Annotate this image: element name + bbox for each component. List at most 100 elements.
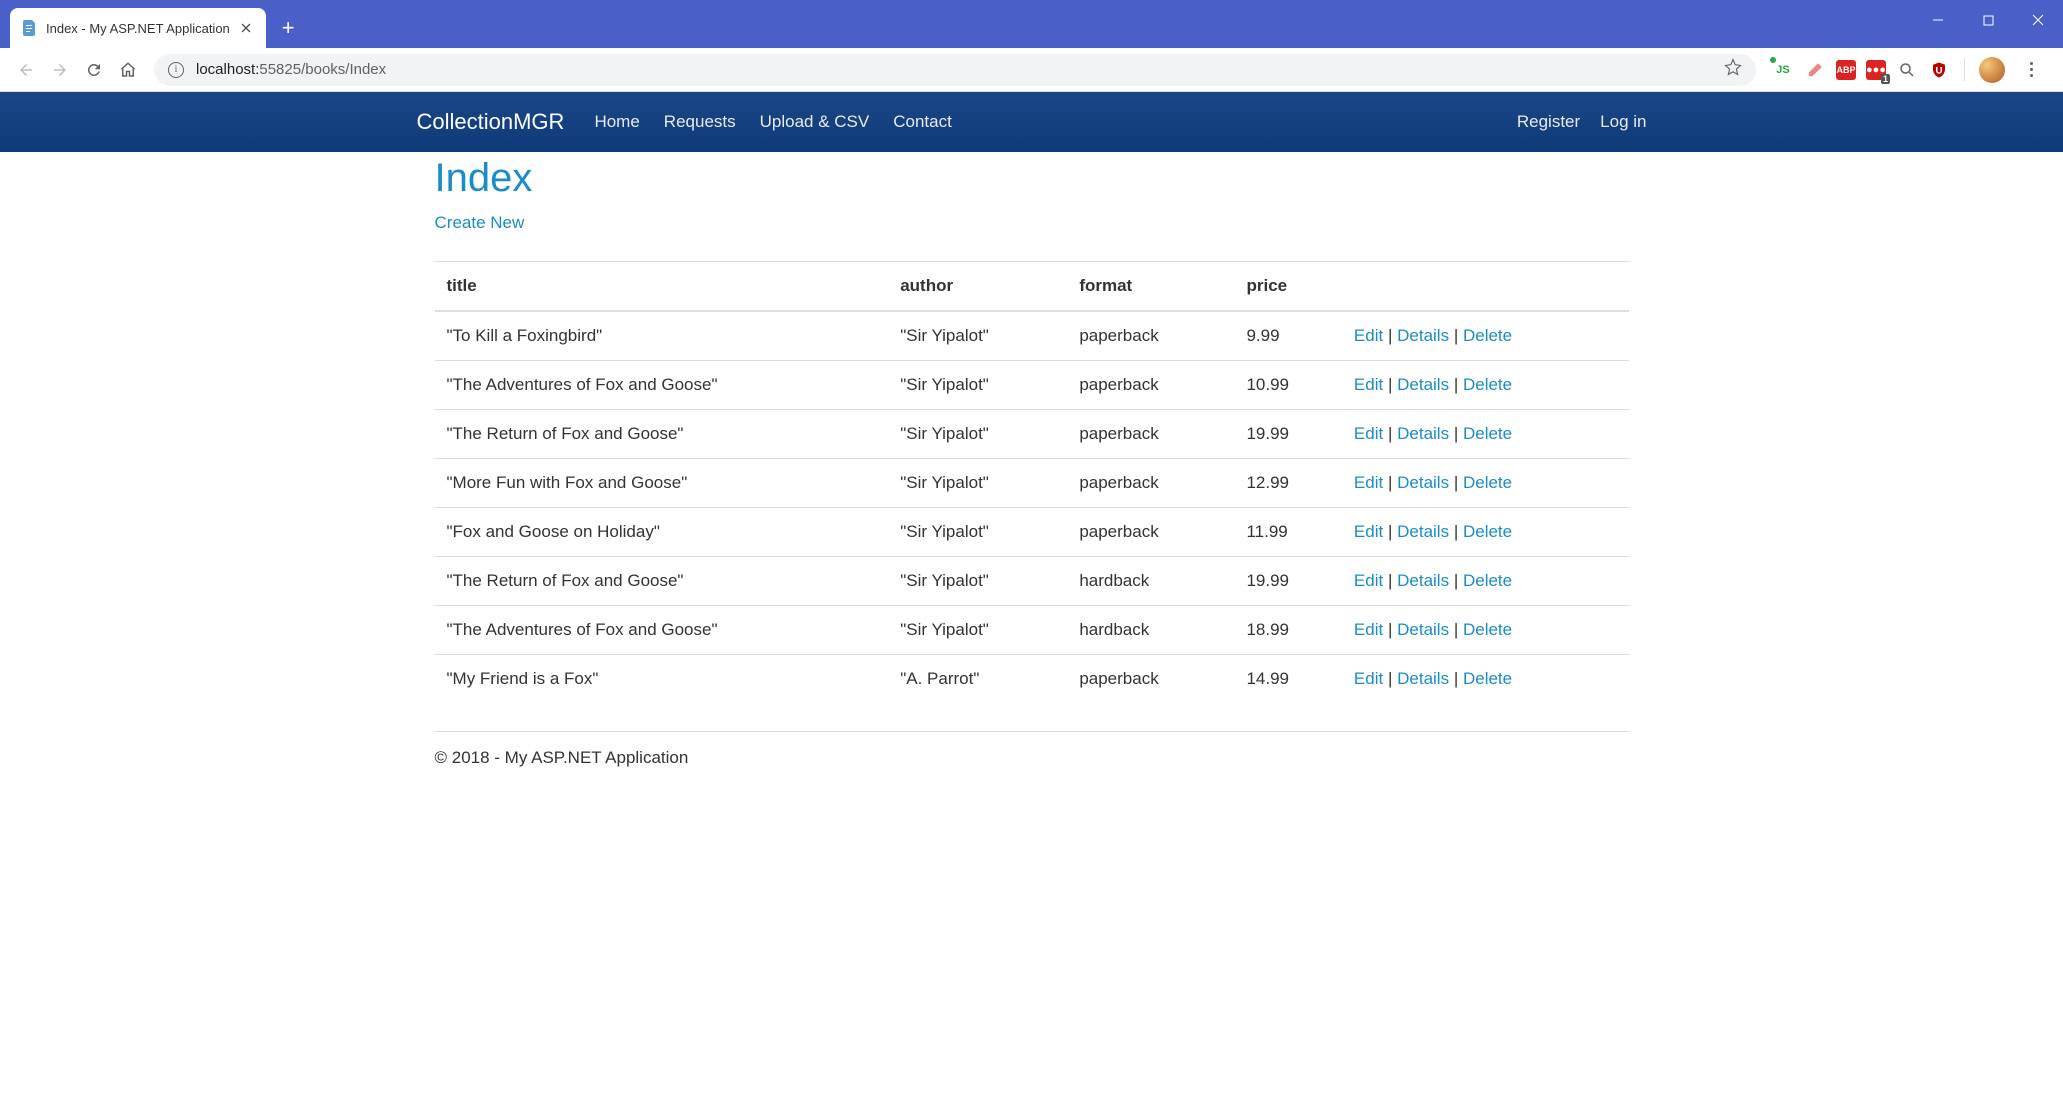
details-link[interactable]: Details [1397,424,1449,443]
nav-link-login[interactable]: Log in [1600,112,1646,132]
browser-tab[interactable]: Index - My ASP.NET Application [10,8,266,48]
js-extension-icon[interactable]: JS [1772,59,1794,81]
cell-price: 14.99 [1234,655,1341,704]
page-viewport[interactable]: CollectionMGR Home Requests Upload & CSV… [0,92,2063,1110]
col-format: format [1067,262,1234,312]
col-author: author [888,262,1067,312]
cell-format: paperback [1067,508,1234,557]
ublock-icon[interactable] [1928,59,1950,81]
delete-link[interactable]: Delete [1463,326,1512,345]
cell-author: "Sir Yipalot" [888,410,1067,459]
delete-link[interactable]: Delete [1463,620,1512,639]
delete-link[interactable]: Delete [1463,522,1512,541]
close-window-button[interactable] [2013,0,2063,40]
eraser-extension-icon[interactable] [1804,59,1826,81]
col-actions [1342,262,1629,312]
minimize-button[interactable] [1913,0,1963,40]
maximize-button[interactable] [1963,0,2013,40]
delete-link[interactable]: Delete [1463,424,1512,443]
cell-actions: Edit | Details | Delete [1342,508,1629,557]
cell-format: paperback [1067,459,1234,508]
home-button[interactable] [112,54,144,86]
close-tab-icon[interactable] [238,20,254,36]
cell-actions: Edit | Details | Delete [1342,655,1629,704]
cell-format: paperback [1067,410,1234,459]
cell-actions: Edit | Details | Delete [1342,557,1629,606]
cell-author: "Sir Yipalot" [888,459,1067,508]
edit-link[interactable]: Edit [1354,326,1383,345]
forward-button[interactable] [44,54,76,86]
bookmark-star-icon[interactable] [1724,58,1742,81]
separator [1964,59,1965,81]
url-text: localhost:55825/books/Index [196,61,386,78]
profile-avatar[interactable] [1979,57,2005,83]
window-controls [1913,0,2063,40]
edit-link[interactable]: Edit [1354,669,1383,688]
edit-link[interactable]: Edit [1354,424,1383,443]
cell-price: 18.99 [1234,606,1341,655]
table-row: "The Return of Fox and Goose""Sir Yipalo… [435,410,1629,459]
nav-link-requests[interactable]: Requests [664,112,736,132]
cell-title: "To Kill a Foxingbird" [435,311,889,361]
nav-link-register[interactable]: Register [1517,112,1580,132]
details-link[interactable]: Details [1397,473,1449,492]
details-link[interactable]: Details [1397,522,1449,541]
cell-price: 19.99 [1234,557,1341,606]
rec-extension-icon[interactable]: ●●●1 [1866,60,1886,80]
cell-actions: Edit | Details | Delete [1342,606,1629,655]
cell-format: paperback [1067,655,1234,704]
cell-author: "Sir Yipalot" [888,606,1067,655]
site-info-icon[interactable]: i [168,62,184,78]
edit-link[interactable]: Edit [1354,473,1383,492]
cell-price: 19.99 [1234,410,1341,459]
details-link[interactable]: Details [1397,620,1449,639]
cell-price: 11.99 [1234,508,1341,557]
table-row: "My Friend is a Fox""A. Parrot"paperback… [435,655,1629,704]
delete-link[interactable]: Delete [1463,571,1512,590]
abp-extension-icon[interactable]: ABP [1836,60,1856,80]
brand-logo[interactable]: CollectionMGR [417,109,565,135]
nav-link-contact[interactable]: Contact [893,112,952,132]
details-link[interactable]: Details [1397,326,1449,345]
back-button[interactable] [10,54,42,86]
reload-button[interactable] [78,54,110,86]
details-link[interactable]: Details [1397,669,1449,688]
cell-author: "Sir Yipalot" [888,311,1067,361]
nav-link-home[interactable]: Home [594,112,639,132]
cell-title: "The Return of Fox and Goose" [435,410,889,459]
browser-toolbar: i localhost:55825/books/Index JS ABP ●●●… [0,48,2063,92]
new-tab-button[interactable]: + [282,8,295,48]
create-new-link[interactable]: Create New [435,213,525,233]
delete-link[interactable]: Delete [1463,473,1512,492]
tab-title: Index - My ASP.NET Application [46,21,230,36]
edit-link[interactable]: Edit [1354,620,1383,639]
books-table: title author format price "To Kill a Fox… [435,261,1629,703]
delete-link[interactable]: Delete [1463,375,1512,394]
edit-link[interactable]: Edit [1354,522,1383,541]
delete-link[interactable]: Delete [1463,669,1512,688]
nav-link-upload[interactable]: Upload & CSV [760,112,870,132]
cell-format: paperback [1067,311,1234,361]
edit-link[interactable]: Edit [1354,571,1383,590]
cell-title: "Fox and Goose on Holiday" [435,508,889,557]
table-row: "The Adventures of Fox and Goose""Sir Yi… [435,606,1629,655]
cell-author: "Sir Yipalot" [888,557,1067,606]
cell-actions: Edit | Details | Delete [1342,410,1629,459]
cell-author: "Sir Yipalot" [888,508,1067,557]
details-link[interactable]: Details [1397,375,1449,394]
table-row: "The Adventures of Fox and Goose""Sir Yi… [435,361,1629,410]
footer-text: © 2018 - My ASP.NET Application [435,732,1629,798]
cell-author: "Sir Yipalot" [888,361,1067,410]
address-bar[interactable]: i localhost:55825/books/Index [154,54,1756,86]
page-title: Index [435,156,1629,201]
details-link[interactable]: Details [1397,571,1449,590]
cell-actions: Edit | Details | Delete [1342,311,1629,361]
browser-menu-button[interactable] [2015,54,2047,86]
cell-format: hardback [1067,557,1234,606]
site-navbar: CollectionMGR Home Requests Upload & CSV… [0,92,2063,152]
edit-link[interactable]: Edit [1354,375,1383,394]
cell-actions: Edit | Details | Delete [1342,459,1629,508]
cell-title: "The Adventures of Fox and Goose" [435,361,889,410]
search-extension-icon[interactable] [1896,59,1918,81]
cell-title: "The Adventures of Fox and Goose" [435,606,889,655]
